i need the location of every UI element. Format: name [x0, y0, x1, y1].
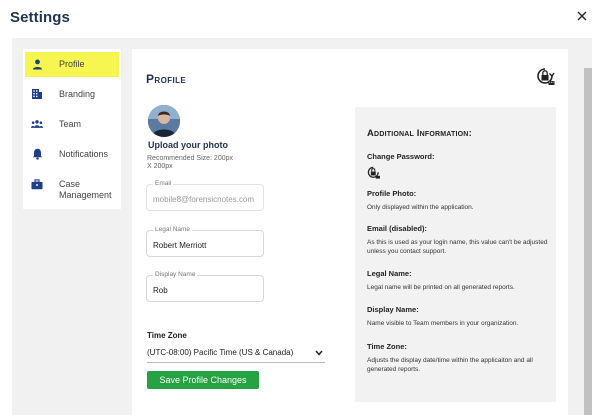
briefcase-icon [31, 178, 43, 190]
sidebar-item-label: Profile [59, 59, 85, 69]
profile-photo-heading: Profile Photo: [367, 189, 417, 198]
display-name-field[interactable]: Display Name Rob [146, 271, 264, 302]
dialog-title: Settings [10, 9, 70, 26]
sidebar-item-label: Branding [59, 89, 96, 99]
email-field: Email mobile8@forensicnotes.com [146, 180, 264, 211]
change-password-button[interactable] [367, 166, 381, 180]
email-heading: Email (disabled): [367, 224, 428, 233]
display-name-value: Rob [153, 286, 168, 295]
display-name-heading: Display Name: [367, 305, 419, 314]
legal-name-heading: Legal Name: [367, 269, 412, 278]
profile-photo-text: Only displayed within the application. [367, 204, 474, 211]
time-zone-select[interactable]: (UTC-08:00) Pacific Time (US & Canada) [147, 343, 325, 363]
building-icon [31, 88, 43, 100]
settings-sidebar: Profile Branding Team Notifications Case… [23, 49, 121, 209]
time-zone-value: (UTC-08:00) Pacific Time (US & Canada) [147, 348, 294, 357]
scrollbar[interactable] [584, 38, 592, 415]
team-icon [31, 118, 43, 130]
recommended-size-hint: Recommended Size: 200px X 200px [147, 155, 233, 170]
profile-panel: Profile Upload your photo Recommended Si… [132, 49, 568, 415]
lock-reset-icon [537, 68, 555, 85]
scrollbar-thumb[interactable] [584, 68, 592, 415]
email-field-value: mobile8@forensicnotes.com [153, 195, 255, 204]
display-name-label: Display Name [153, 271, 198, 278]
dialog-body: Profile Branding Team Notifications Case… [12, 38, 592, 415]
time-zone-text: Adjusts the display date/time within the… [367, 357, 533, 373]
email-field-label: Email [153, 180, 174, 187]
avatar[interactable] [148, 105, 180, 137]
bell-icon [31, 148, 43, 160]
sidebar-item-label: Case Management [59, 179, 112, 200]
legal-name-field[interactable]: Legal Name Robert Merriott [146, 226, 264, 257]
close-button[interactable] [572, 6, 592, 26]
sidebar-item-branding[interactable]: Branding [25, 82, 119, 107]
sidebar-item-label: Team [59, 119, 82, 129]
page-title: Profile [146, 72, 187, 86]
chevron-down-icon [315, 350, 323, 356]
sidebar-item-case-management[interactable]: Case Management [25, 172, 119, 206]
time-zone-label: Time Zone [147, 331, 187, 340]
save-profile-button[interactable]: Save Profile Changes [147, 371, 259, 389]
additional-info-panel: Additional Information: Change Password:… [355, 107, 556, 402]
lock-reset-button[interactable] [536, 67, 556, 87]
sidebar-item-profile[interactable]: Profile [25, 52, 119, 77]
email-text: As this is used as your login name, this… [367, 239, 548, 255]
change-password-heading: Change Password: [367, 152, 435, 161]
time-zone-heading: Time Zone: [367, 342, 407, 351]
sidebar-item-team[interactable]: Team [25, 112, 119, 137]
person-icon [31, 58, 43, 70]
legal-name-label: Legal Name [153, 226, 193, 233]
display-name-text: Name visible to Team members in your org… [367, 320, 519, 327]
close-icon [577, 11, 587, 21]
sidebar-item-notifications[interactable]: Notifications [25, 142, 119, 167]
upload-photo-link[interactable]: Upload your photo [148, 140, 228, 150]
dialog-header: Settings [0, 0, 600, 36]
info-title: Additional Information: [367, 128, 472, 139]
legal-name-text: Legal name will be printed on all genera… [367, 284, 515, 291]
sidebar-item-label: Notifications [59, 149, 109, 159]
lock-reset-icon [367, 166, 380, 179]
legal-name-value: Robert Merriott [153, 241, 207, 250]
